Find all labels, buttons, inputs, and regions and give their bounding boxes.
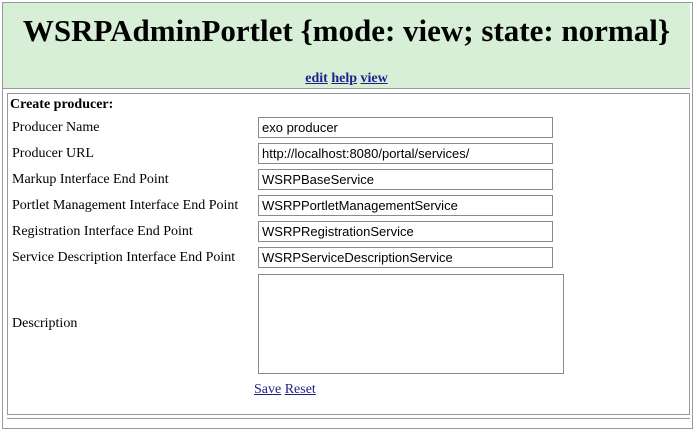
portlet-management-endpoint-label: Portlet Management Interface End Point bbox=[12, 198, 239, 213]
service-description-endpoint-label: Service Description Interface End Point bbox=[12, 250, 236, 265]
create-producer-form: Create producer: Producer Name Producer … bbox=[7, 93, 690, 415]
producer-url-label: Producer URL bbox=[12, 146, 95, 161]
form-section-title: Create producer: bbox=[10, 97, 114, 112]
mode-help-link[interactable]: help bbox=[331, 71, 357, 86]
save-link[interactable]: Save bbox=[254, 382, 281, 397]
service-description-endpoint-input[interactable] bbox=[258, 247, 553, 268]
registration-endpoint-label: Registration Interface End Point bbox=[12, 224, 193, 239]
mode-view-link[interactable]: view bbox=[361, 71, 388, 86]
portlet-title: WSRPAdminPortlet {mode: view; state: nor… bbox=[22, 13, 671, 48]
portlet-header: WSRPAdminPortlet {mode: view; state: nor… bbox=[3, 3, 690, 89]
reset-link[interactable]: Reset bbox=[285, 382, 316, 397]
markup-endpoint-label: Markup Interface End Point bbox=[12, 172, 169, 187]
footer-divider bbox=[7, 418, 690, 419]
producer-url-input[interactable] bbox=[258, 143, 553, 164]
description-textarea[interactable] bbox=[258, 274, 564, 374]
mode-links: edit help view bbox=[3, 71, 690, 87]
markup-endpoint-input[interactable] bbox=[258, 169, 553, 190]
form-actions: Save Reset bbox=[254, 382, 316, 398]
description-label: Description bbox=[12, 316, 78, 331]
mode-edit-link[interactable]: edit bbox=[305, 71, 328, 86]
producer-name-label: Producer Name bbox=[12, 120, 100, 135]
portlet-management-endpoint-input[interactable] bbox=[258, 195, 553, 216]
producer-name-input[interactable] bbox=[258, 117, 553, 138]
registration-endpoint-input[interactable] bbox=[258, 221, 553, 242]
